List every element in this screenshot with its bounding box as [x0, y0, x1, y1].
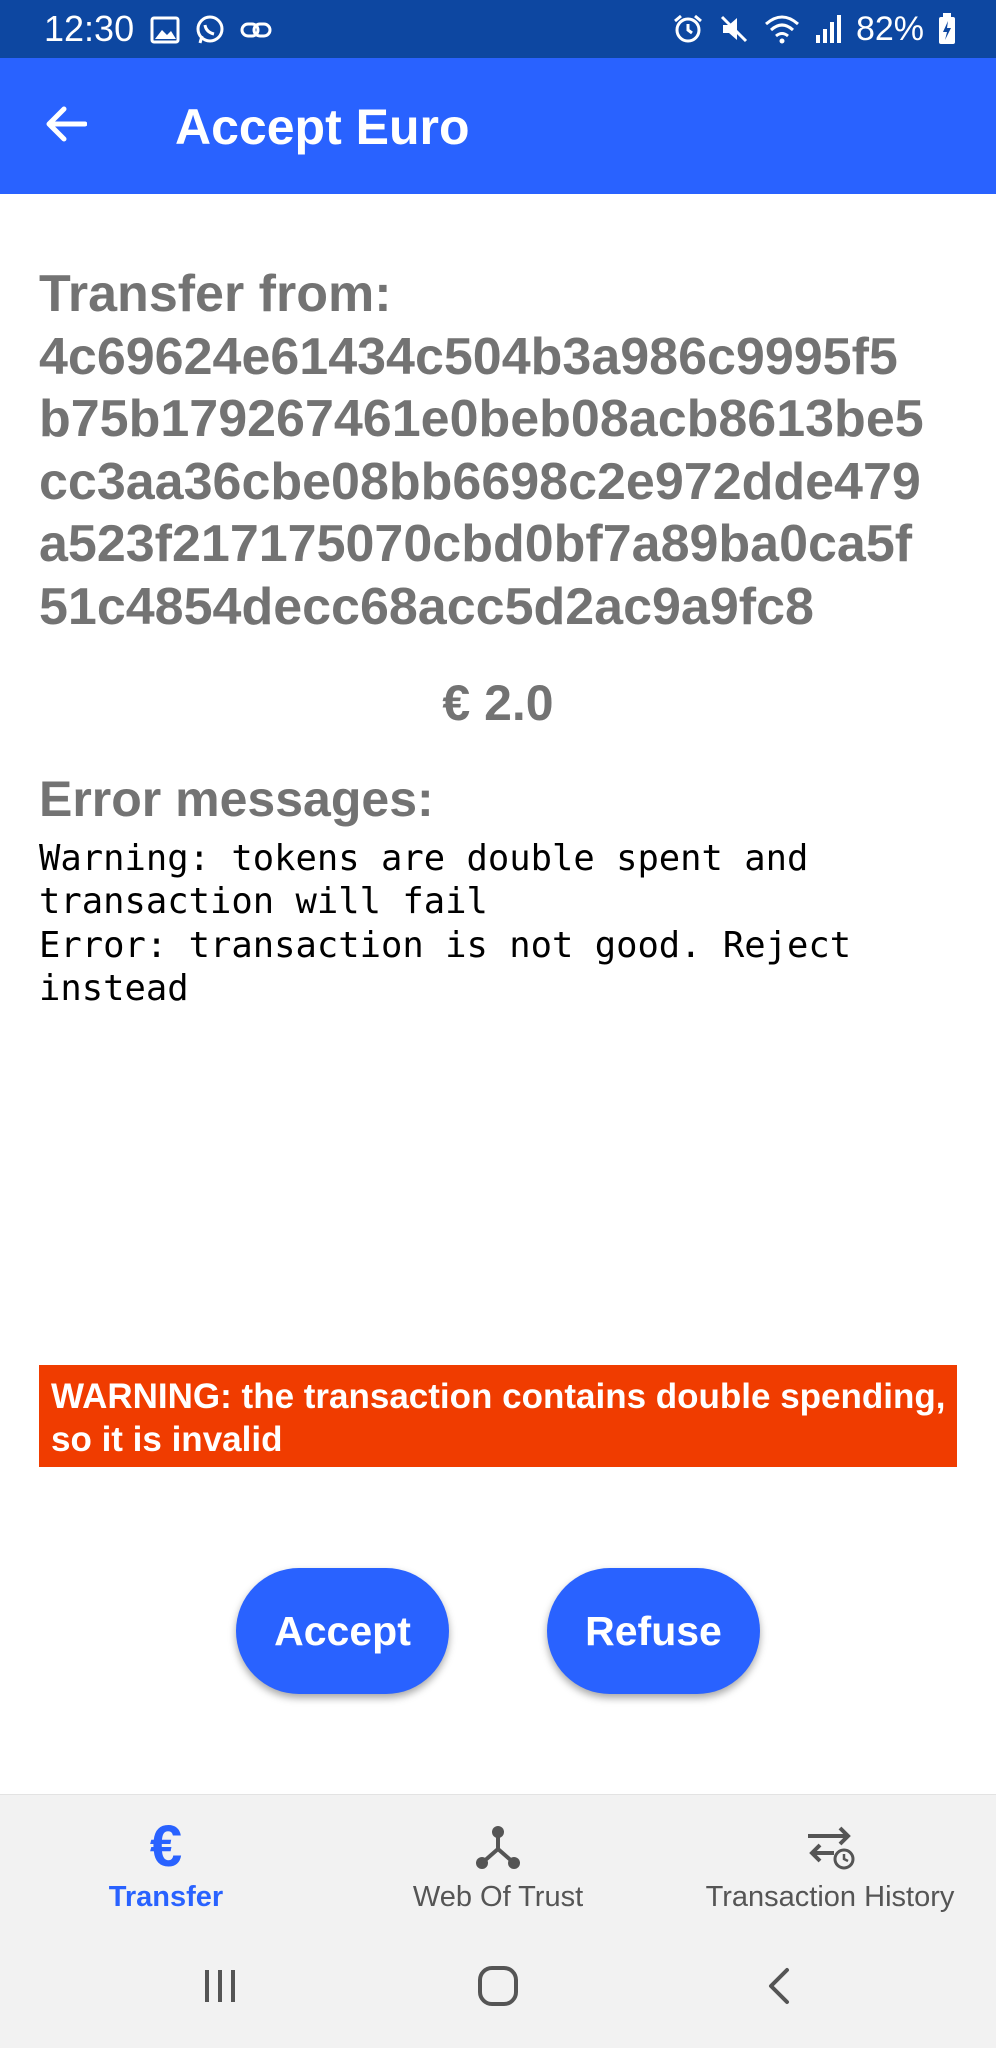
- back-icon: [763, 1966, 793, 2011]
- mute-icon: [718, 13, 750, 45]
- nav-label-transfer: Transfer: [108, 1881, 224, 1913]
- bottom-navigation: € Transfer Web Of Trust Transaction Hist…: [0, 1794, 996, 1929]
- status-notification-icons: [150, 12, 272, 48]
- wifi-icon: [764, 14, 800, 44]
- warning-text: WARNING: the transaction contains double…: [51, 1377, 946, 1459]
- nav-item-transfer[interactable]: € Transfer: [0, 1795, 332, 1929]
- system-navigation-bar: [0, 1928, 996, 2048]
- sender-address-line: 51c4854decc68acc5d2ac9a9fc8: [39, 577, 814, 636]
- sender-address-line: 4c69624e61434c504b3a986c9995f5: [39, 327, 898, 386]
- home-button[interactable]: [468, 1958, 528, 2018]
- sender-address-line: a523f217175070cbd0bf7a89ba0ca5f: [39, 515, 913, 573]
- whatsapp-icon: [194, 14, 226, 46]
- refuse-button[interactable]: Refuse: [547, 1568, 760, 1694]
- transfer-amount: € 2.0: [442, 675, 554, 731]
- transfer-info: Transfer from: 4c69624e61434c504b3a986c9…: [39, 263, 959, 638]
- accept-button[interactable]: Accept: [236, 1568, 449, 1694]
- transfer-label: Transfer from:: [39, 265, 392, 323]
- status-bar: 12:30 82%: [0, 0, 996, 58]
- nav-label-web-of-trust: Web Of Trust: [412, 1881, 584, 1913]
- system-back-button[interactable]: [748, 1958, 808, 2018]
- status-system-icons: 82%: [672, 8, 956, 50]
- sender-address-line: b75b179267461e0beb08acb8613be5: [39, 390, 924, 448]
- back-button[interactable]: [34, 94, 98, 158]
- battery-percent: 82%: [855, 10, 924, 48]
- recents-button[interactable]: [190, 1958, 250, 2018]
- double-spending-warning: WARNING: the transaction contains double…: [39, 1365, 957, 1467]
- app-bar: Accept Euro: [0, 58, 996, 194]
- link-icon: [240, 20, 272, 40]
- euro-icon: €: [149, 1814, 183, 1879]
- battery-charging-icon: [938, 13, 956, 45]
- home-icon: [476, 1964, 520, 2013]
- recents-icon: [200, 1968, 240, 2009]
- nav-item-web-of-trust[interactable]: Web Of Trust: [332, 1795, 664, 1929]
- status-time: 12:30: [44, 8, 135, 49]
- history-icon: [800, 1819, 860, 1875]
- page-title: Accept Euro: [175, 99, 470, 155]
- nav-item-transaction-history[interactable]: Transaction History: [664, 1795, 996, 1929]
- sender-address-line: cc3aa36cbe08bb6698c2e972dde479: [39, 452, 921, 511]
- gallery-icon: [150, 16, 180, 44]
- signal-icon: [814, 13, 842, 45]
- nav-label-transaction-history: Transaction History: [705, 1881, 955, 1913]
- network-icon: [468, 1819, 528, 1875]
- error-heading: Error messages:: [39, 771, 434, 827]
- error-messages: Warning: tokens are double spent and tra…: [39, 838, 852, 1009]
- arrow-left-icon: [45, 106, 88, 147]
- alarm-icon: [672, 13, 704, 45]
